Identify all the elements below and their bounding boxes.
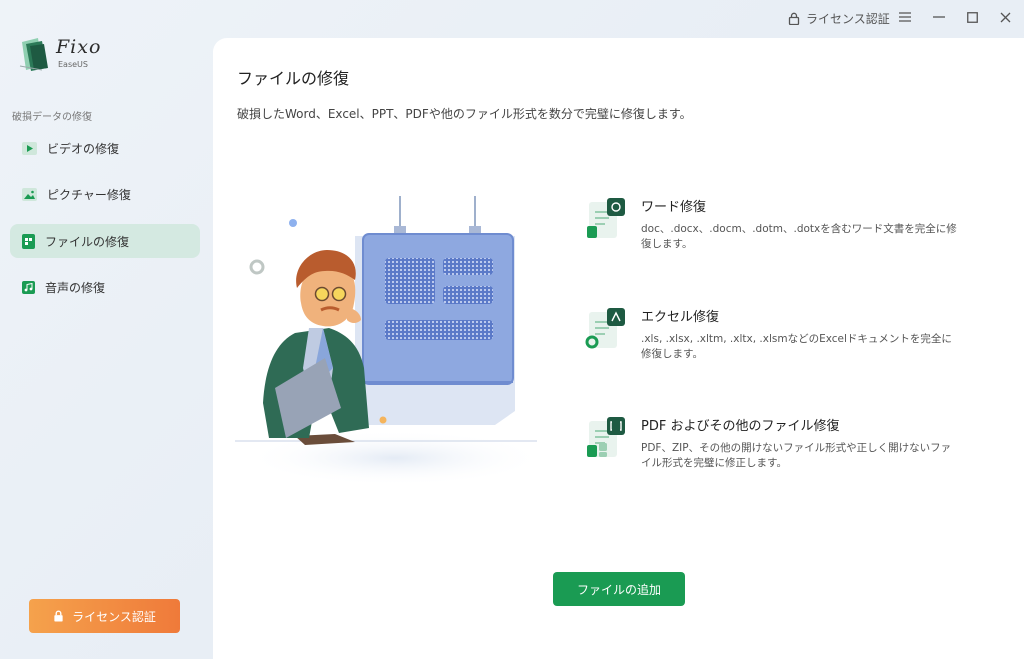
titlebar-license-label: ライセンス認証 bbox=[806, 11, 890, 26]
app-vendor: EaseUS bbox=[58, 60, 88, 69]
sidebar-license-label: ライセンス認証 bbox=[72, 609, 156, 624]
feature-pdf-other: PDF およびその他のファイル修復 PDF、ZIP、その他の開けないファイル形式… bbox=[581, 415, 961, 475]
file-repair-illustration bbox=[235, 196, 545, 486]
maximize-button[interactable] bbox=[961, 6, 983, 28]
sidebar-license-button[interactable]: ライセンス認証 bbox=[29, 599, 180, 633]
feature-description: doc、.docx、.docm、.dotm、.dotxを含むワード文書を完全に修… bbox=[641, 223, 957, 250]
page-title: ファイルの修復 bbox=[237, 69, 350, 88]
feature-title: PDF およびその他のファイル修復 bbox=[641, 419, 840, 434]
sidebar-item-label: ピクチャー修復 bbox=[47, 187, 131, 202]
menu-button[interactable] bbox=[894, 6, 916, 28]
music-icon bbox=[22, 280, 35, 294]
page-description: 破損したWord、Excel、PPT、PDFや他のファイル形式を数分で完璧に修復… bbox=[237, 107, 692, 121]
app-logo: Fixo EaseUS bbox=[18, 36, 138, 74]
lock-icon bbox=[54, 610, 63, 622]
feature-title: エクセル修復 bbox=[641, 310, 720, 325]
file-icon bbox=[22, 233, 35, 249]
feature-title: ワード修復 bbox=[641, 200, 707, 215]
sidebar-section-label: 破損データの修復 bbox=[12, 112, 92, 123]
minimize-button[interactable] bbox=[928, 6, 950, 28]
word-icon bbox=[587, 198, 625, 238]
excel-icon bbox=[585, 308, 625, 349]
menu-icon bbox=[899, 12, 911, 22]
sidebar-item-picture[interactable]: ピクチャー修復 bbox=[10, 177, 200, 211]
fixo-logo-icon bbox=[19, 38, 48, 71]
sidebar-item-audio[interactable]: 音声の修復 bbox=[10, 270, 200, 304]
pdf-icon bbox=[587, 417, 625, 457]
sidebar-item-label: 音声の修復 bbox=[45, 280, 106, 295]
title-bar: ライセンス認証 bbox=[0, 0, 1024, 34]
lock-icon bbox=[788, 12, 800, 25]
add-file-button[interactable]: ファイルの追加 bbox=[553, 572, 685, 606]
sidebar-item-label: ファイルの修復 bbox=[45, 234, 130, 249]
app-name: Fixo bbox=[56, 36, 102, 58]
picture-icon bbox=[22, 187, 37, 201]
main-panel: ファイルの修復 破損したWord、Excel、PPT、PDFや他のファイル形式を… bbox=[213, 38, 1024, 659]
titlebar-license-button[interactable]: ライセンス認証 bbox=[788, 9, 890, 27]
close-button[interactable] bbox=[994, 6, 1016, 28]
minimize-icon bbox=[933, 16, 945, 18]
feature-excel: エクセル修復 .xls, .xlsx, .xltm, .xltx, .xlsmな… bbox=[581, 306, 961, 366]
video-icon bbox=[22, 141, 37, 155]
sidebar-item-label: ビデオの修復 bbox=[47, 141, 120, 156]
feature-word: ワード修復 doc、.docx、.docm、.dotm、.dotxを含むワード文… bbox=[581, 196, 961, 256]
feature-description: PDF、ZIP、その他の開けないファイル形式や正しく開けないファイル形式を完璧に… bbox=[641, 442, 952, 469]
feature-description: .xls, .xlsx, .xltm, .xltx, .xlsmなどのExcel… bbox=[641, 333, 952, 360]
close-icon bbox=[1000, 12, 1010, 22]
sidebar-item-file[interactable]: ファイルの修復 bbox=[10, 224, 200, 258]
sidebar-item-video[interactable]: ビデオの修復 bbox=[10, 131, 200, 165]
maximize-icon bbox=[966, 11, 978, 23]
